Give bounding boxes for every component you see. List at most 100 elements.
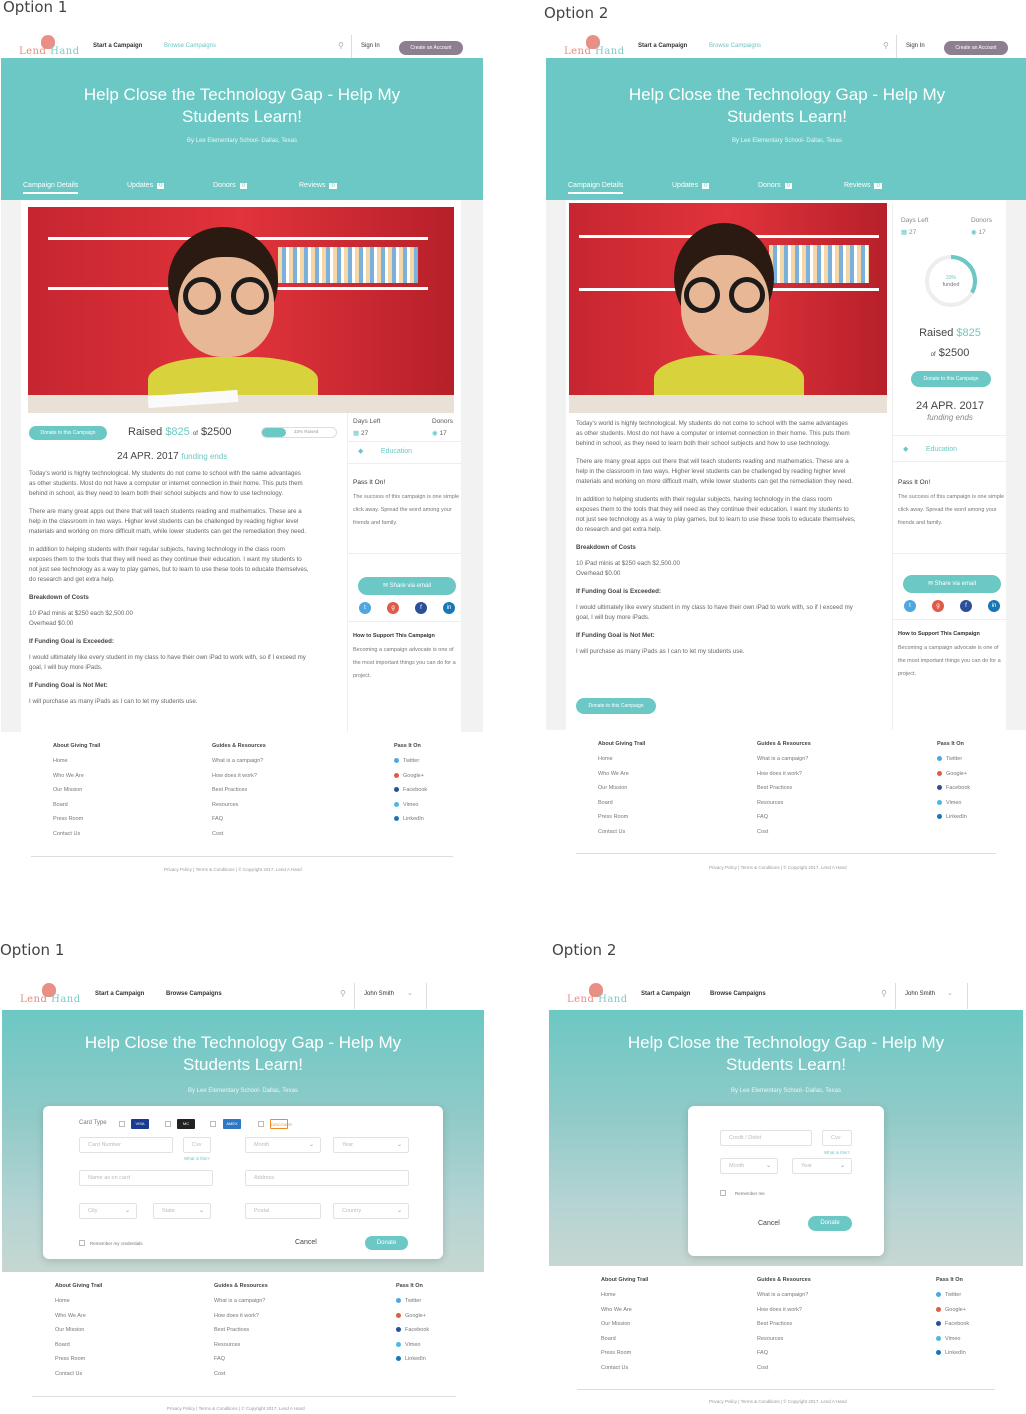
footer-vimeo[interactable]: Vimeo <box>396 1342 429 1348</box>
address-field[interactable]: Address <box>245 1170 409 1186</box>
footer-link[interactable]: Press Room <box>598 814 645 820</box>
google-plus-icon[interactable]: g <box>932 600 944 612</box>
footer-linkedin[interactable]: LinkedIn <box>937 814 970 820</box>
donate-button[interactable]: Donate to this Campaign <box>911 371 991 387</box>
footer-google[interactable]: Google+ <box>937 771 970 777</box>
footer-link[interactable]: Who We Are <box>55 1313 102 1319</box>
footer-link[interactable]: Our Mission <box>598 785 645 791</box>
what-is-this-link[interactable]: What is this? <box>184 1156 210 1161</box>
share-email-button[interactable]: ✉ Share via email <box>358 577 456 595</box>
postal-field[interactable]: Postal <box>245 1203 321 1219</box>
create-account-button[interactable]: Create an Account <box>399 41 463 55</box>
tab-updates[interactable]: Updates 0 <box>672 182 710 189</box>
footer-facebook[interactable]: Facebook <box>936 1321 969 1327</box>
footer-link[interactable]: Press Room <box>53 816 100 822</box>
footer-link[interactable]: How does it work? <box>214 1313 268 1319</box>
legal-links[interactable]: Privacy Policy | Terms & Conditions | © … <box>167 1406 305 1411</box>
tab-campaign-details[interactable]: Campaign Details <box>23 182 79 194</box>
footer-link[interactable]: FAQ <box>757 814 811 820</box>
year-select[interactable]: Year ⌄ <box>792 1158 852 1174</box>
footer-link[interactable]: Cost <box>757 1365 811 1371</box>
legal-links[interactable]: Privacy Policy | Terms & Conditions | © … <box>164 867 302 872</box>
footer-link[interactable]: Home <box>55 1298 102 1304</box>
start-campaign-link[interactable]: Start a Campaign <box>95 991 144 997</box>
footer-link[interactable]: Best Practices <box>757 1321 811 1327</box>
footer-link[interactable]: Resources <box>212 802 266 808</box>
cvv-field[interactable]: Cvv <box>183 1137 211 1153</box>
remember-checkbox[interactable] <box>79 1240 85 1246</box>
share-email-button[interactable]: ✉ Share via email <box>903 575 1001 593</box>
footer-link[interactable]: Resources <box>757 1336 811 1342</box>
search-icon[interactable]: ⚲ <box>881 989 887 998</box>
donate-button-bottom[interactable]: Donate to this Campaign <box>576 698 656 714</box>
cancel-button[interactable]: Cancel <box>295 1239 317 1246</box>
footer-link[interactable]: Contact Us <box>601 1365 648 1371</box>
footer-link[interactable]: FAQ <box>214 1356 268 1362</box>
footer-google[interactable]: Google+ <box>394 773 427 779</box>
user-menu[interactable]: John Smith <box>364 991 394 997</box>
footer-link[interactable]: Best Practices <box>214 1327 268 1333</box>
cancel-button[interactable]: Cancel <box>758 1220 780 1227</box>
browse-campaigns-link[interactable]: Browse Campaigns <box>710 991 766 997</box>
country-select[interactable]: Country ⌄ <box>333 1203 409 1219</box>
footer-google[interactable]: Google+ <box>936 1307 969 1313</box>
footer-link[interactable]: Board <box>55 1342 102 1348</box>
chevron-down-icon[interactable]: ⌄ <box>947 989 953 997</box>
footer-link[interactable]: Contact Us <box>55 1371 102 1377</box>
browse-campaigns-link[interactable]: Browse Campaigns <box>164 43 216 49</box>
footer-link[interactable]: Cost <box>212 831 266 837</box>
logo[interactable]: Lend Hand <box>567 983 637 1009</box>
footer-link[interactable]: Board <box>598 800 645 806</box>
footer-vimeo[interactable]: Vimeo <box>937 800 970 806</box>
footer-facebook[interactable]: Facebook <box>937 785 970 791</box>
google-plus-icon[interactable]: g <box>387 602 399 614</box>
name-on-card-field[interactable]: Name as on card <box>79 1170 213 1186</box>
footer-link[interactable]: Home <box>601 1292 648 1298</box>
footer-facebook[interactable]: Facebook <box>396 1327 429 1333</box>
footer-linkedin[interactable]: LinkedIn <box>394 816 427 822</box>
footer-link[interactable]: Home <box>53 758 100 764</box>
footer-vimeo[interactable]: Vimeo <box>936 1336 969 1342</box>
footer-link[interactable]: Our Mission <box>55 1327 102 1333</box>
footer-link[interactable]: Who We Are <box>53 773 100 779</box>
footer-link[interactable]: Resources <box>214 1342 268 1348</box>
twitter-icon[interactable]: t <box>904 600 916 612</box>
footer-link[interactable]: What is a campaign? <box>757 756 811 762</box>
state-select[interactable]: State ⌄ <box>153 1203 211 1219</box>
donate-button[interactable]: Donate to this Campaign <box>29 426 107 440</box>
month-select[interactable]: Month ⌄ <box>245 1137 321 1153</box>
tab-updates[interactable]: Updates 0 <box>127 182 165 189</box>
search-icon[interactable]: ⚲ <box>883 41 889 50</box>
create-account-button[interactable]: Create an Account <box>944 41 1008 55</box>
sign-in-link[interactable]: Sign In <box>361 43 380 49</box>
footer-link[interactable]: FAQ <box>212 816 266 822</box>
search-icon[interactable]: ⚲ <box>338 41 344 50</box>
sign-in-link[interactable]: Sign In <box>906 43 925 49</box>
what-is-this-link[interactable]: What is this? <box>824 1150 850 1155</box>
footer-link[interactable]: Contact Us <box>598 829 645 835</box>
facebook-icon[interactable]: f <box>415 602 427 614</box>
footer-link[interactable]: What is a campaign? <box>214 1298 268 1304</box>
footer-link[interactable]: How does it work? <box>757 1307 811 1313</box>
footer-link[interactable]: Press Room <box>601 1350 648 1356</box>
user-menu[interactable]: John Smith <box>905 991 935 997</box>
footer-link[interactable]: Contact Us <box>53 831 100 837</box>
linkedin-icon[interactable]: in <box>988 600 1000 612</box>
legal-links[interactable]: Privacy Policy | Terms & Conditions | © … <box>709 1399 847 1404</box>
footer-link[interactable]: How does it work? <box>757 771 811 777</box>
footer-link[interactable]: Cost <box>214 1371 268 1377</box>
discover-radio[interactable] <box>258 1121 264 1127</box>
tab-campaign-details[interactable]: Campaign Details <box>568 182 624 194</box>
category-tag[interactable]: ◆ Education <box>358 447 412 455</box>
tab-donors[interactable]: Donors 0 <box>758 182 792 189</box>
linkedin-icon[interactable]: in <box>443 602 455 614</box>
footer-link[interactable]: FAQ <box>757 1350 811 1356</box>
footer-link[interactable]: Home <box>598 756 645 762</box>
start-campaign-link[interactable]: Start a Campaign <box>641 991 690 997</box>
legal-links[interactable]: Privacy Policy | Terms & Conditions | © … <box>709 865 847 870</box>
footer-link[interactable]: Board <box>53 802 100 808</box>
cvv-field[interactable]: Cvv <box>822 1130 852 1146</box>
facebook-icon[interactable]: f <box>960 600 972 612</box>
footer-google[interactable]: Google+ <box>396 1313 429 1319</box>
browse-campaigns-link[interactable]: Browse Campaigns <box>166 991 222 997</box>
